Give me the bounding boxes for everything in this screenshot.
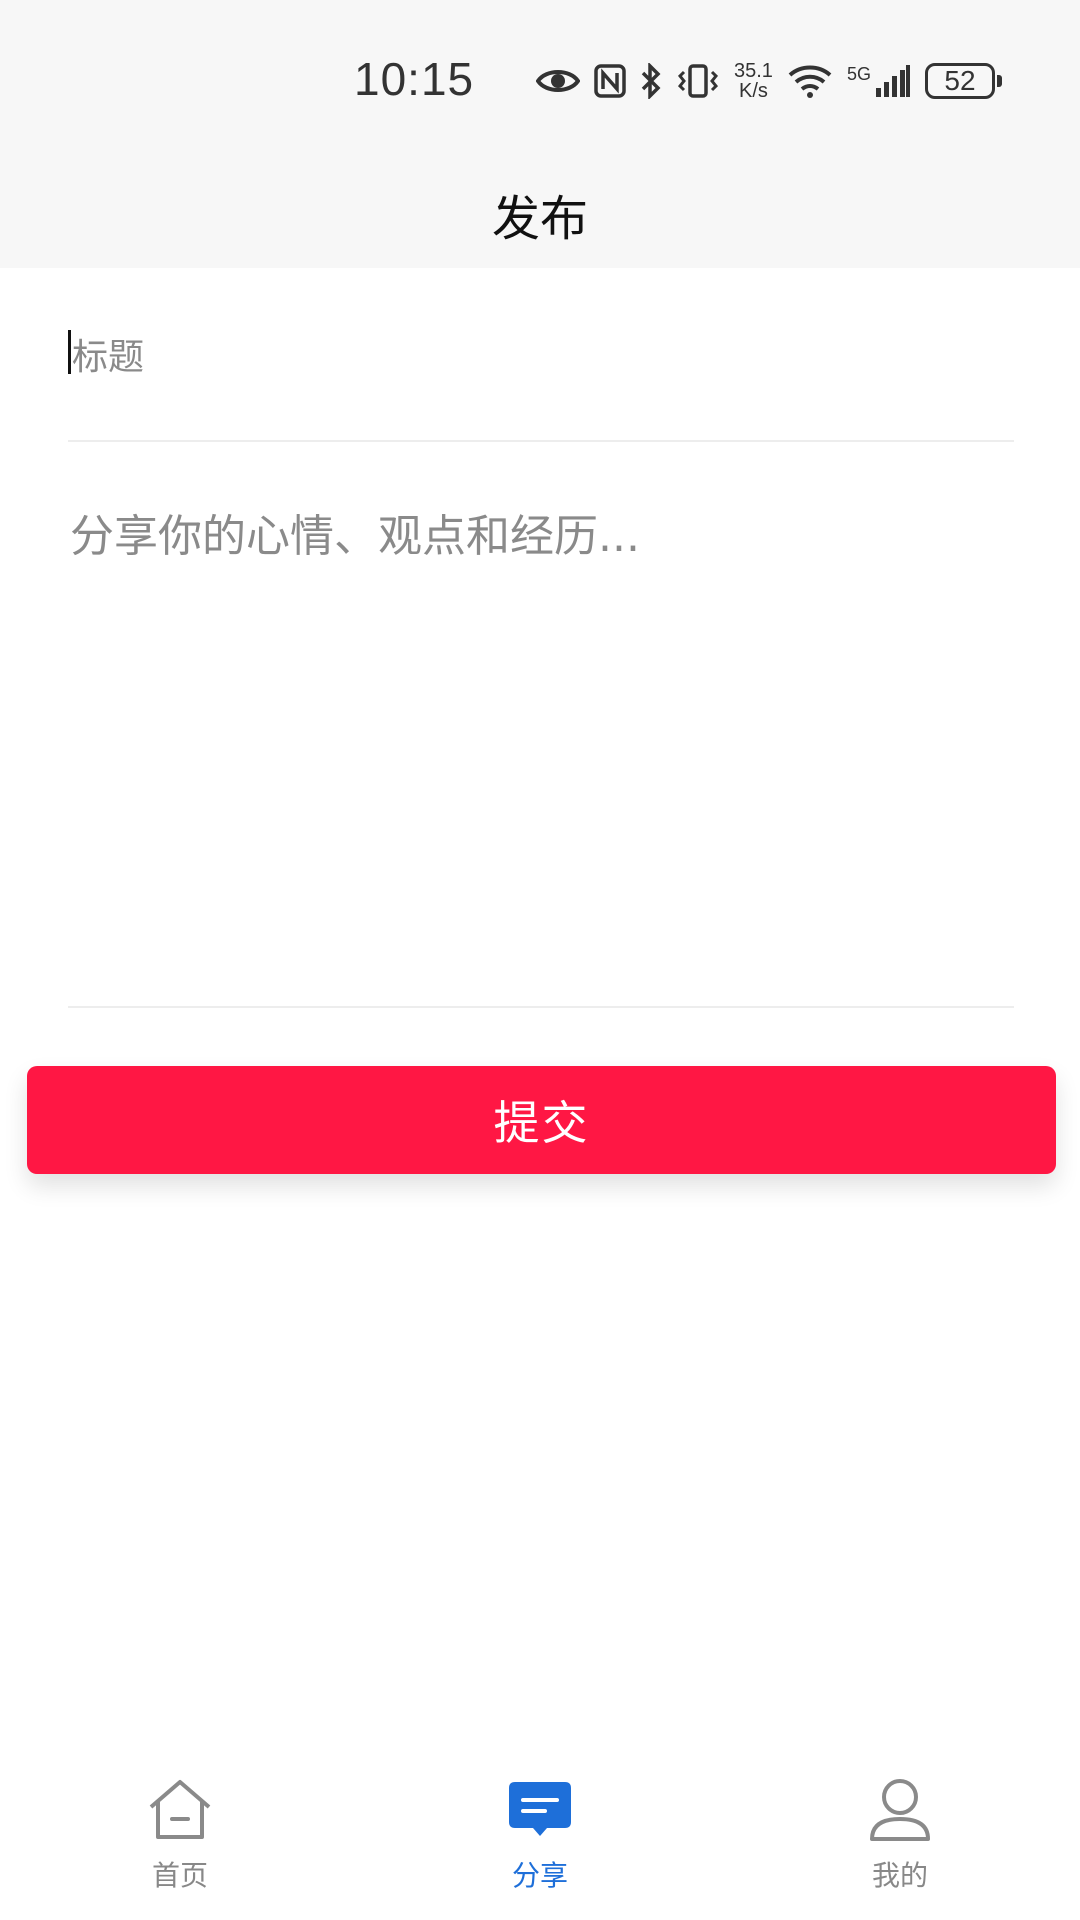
network-speed-unit: K/s [739, 80, 768, 102]
text-cursor [68, 330, 71, 374]
message-icon [504, 1774, 576, 1846]
network-speed: 35.1 K/s [734, 61, 773, 101]
wifi-icon [788, 65, 832, 98]
bluetooth-icon [641, 63, 661, 99]
tab-home[interactable]: 首页 [80, 1774, 280, 1904]
top-bar: 10:15 35.1 K/s 5G 52 发布 [0, 0, 1080, 268]
network-speed-value: 35.1 [734, 60, 773, 82]
status-icons: 35.1 K/s 5G 52 [536, 56, 1002, 106]
eye-icon [536, 70, 580, 92]
network-type: 5G [846, 64, 871, 84]
home-icon [144, 1774, 216, 1846]
tab-mine-label: 我的 [871, 1859, 928, 1892]
tab-share[interactable]: 分享 [440, 1774, 640, 1904]
cellular-signal: 5G [847, 64, 911, 98]
status-bar: 10:15 35.1 K/s 5G 52 [0, 0, 1080, 160]
content-placeholder: 分享你的心情、观点和经历... [70, 511, 640, 562]
submit-button[interactable]: 提交 [27, 1066, 1056, 1174]
nfc-icon [594, 64, 626, 98]
title-placeholder: 标题 [72, 337, 145, 378]
battery-indicator: 52 [924, 63, 1002, 99]
tab-share-label: 分享 [511, 1859, 568, 1892]
battery-level: 52 [944, 65, 976, 96]
status-time: 10:15 [354, 53, 475, 105]
title-input[interactable]: 标题 [68, 312, 1014, 442]
user-icon [864, 1774, 936, 1846]
page-title: 发布 [491, 191, 588, 247]
vibrate-icon [677, 64, 719, 98]
content-textarea[interactable]: 分享你的心情、观点和经历... [68, 442, 1014, 1008]
signal-bars-icon [875, 65, 910, 97]
tab-home-label: 首页 [151, 1859, 208, 1892]
tab-mine[interactable]: 我的 [800, 1774, 1000, 1904]
bottom-tab-bar: 首页 分享 我的 [0, 1760, 1080, 1920]
